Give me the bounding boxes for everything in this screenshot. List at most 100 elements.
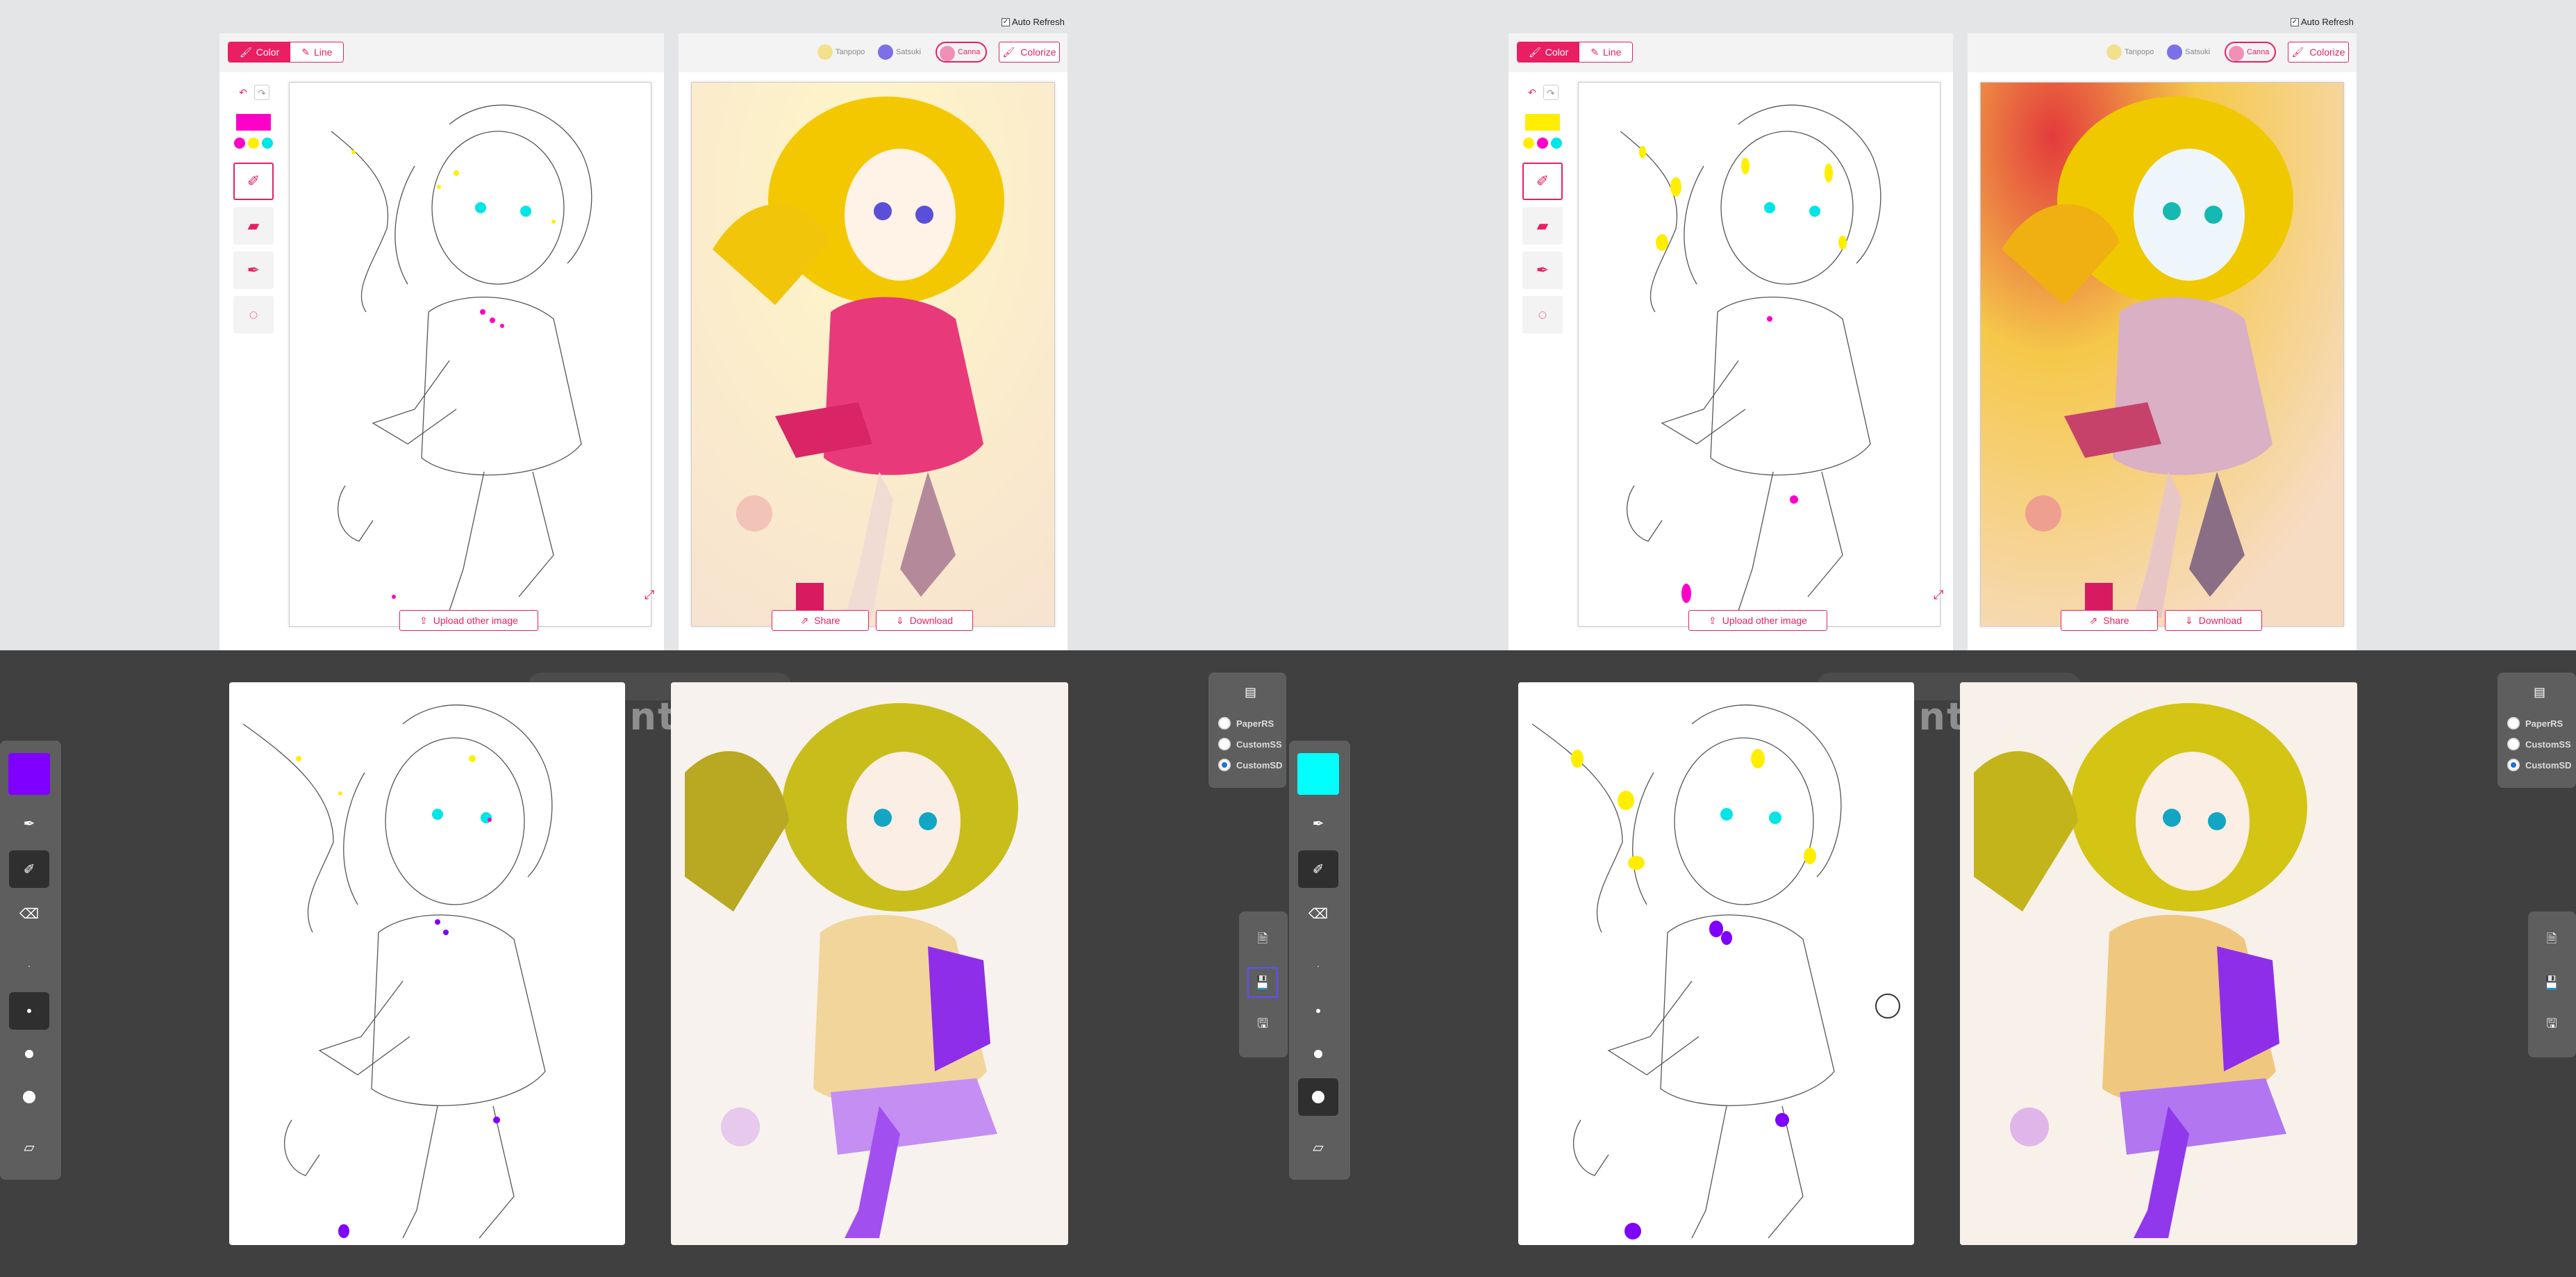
result-panel: Tanpopo Satsuki Canna 🖌 Colorize ⇗ Share ⇓…	[1968, 33, 2357, 650]
brush-size-xs[interactable]	[9, 948, 49, 985]
radio-customsd[interactable]: CustomSD	[1218, 759, 1282, 771]
radio-button[interactable]	[1218, 738, 1231, 750]
current-color-swatch[interactable]	[1525, 114, 1560, 131]
brush-size-xlarge[interactable]	[9, 1078, 49, 1116]
palette-color-1[interactable]	[1523, 138, 1534, 149]
checkbox[interactable]: ✓	[1002, 17, 1010, 26]
brush-size-medium[interactable]	[1298, 992, 1338, 1030]
eyedropper-button[interactable]: ✒	[9, 805, 49, 842]
size-dot	[1312, 1091, 1324, 1103]
eraser-button[interactable]: ⌫	[1298, 895, 1338, 932]
open-file-button[interactable]: 🗎	[2536, 925, 2567, 956]
brush-tool-button[interactable]: ✐	[1522, 163, 1563, 200]
radio-paperrs[interactable]: PaperRS	[2507, 717, 2563, 730]
share-button[interactable]: ⇗ Share	[772, 610, 869, 631]
note-button[interactable]: ▱	[9, 1128, 49, 1166]
hint-tool-button[interactable]: ◌	[233, 296, 274, 333]
brush-size-xs[interactable]	[1298, 948, 1338, 985]
current-color-swatch[interactable]	[1297, 753, 1339, 795]
palette-color-2[interactable]	[248, 138, 259, 149]
share-button[interactable]: ⇗ Share	[2061, 610, 2158, 631]
brush-tool-button[interactable]: ✐	[233, 163, 274, 200]
current-color-swatch[interactable]	[236, 114, 271, 131]
colorize-button[interactable]: 🖌 Colorize	[999, 42, 1060, 63]
size-dot	[27, 1009, 31, 1013]
save-as-icon: 🖫	[1257, 1016, 1268, 1030]
radio-button[interactable]	[1218, 717, 1231, 730]
note-button[interactable]: ▱	[1298, 1128, 1338, 1166]
upload-image-button[interactable]: ⇪ Upload other image	[399, 610, 538, 631]
upload-image-button[interactable]: ⇪ Upload other image	[1688, 610, 1827, 631]
save-icon: 💾	[2543, 975, 2560, 989]
hint-tool-button[interactable]: ◌	[1522, 296, 1563, 333]
save-button[interactable]: 💾	[1247, 967, 1278, 998]
sketch-canvas[interactable]	[229, 682, 625, 1245]
mode-switch[interactable]: 🖌 Color ✎ Line	[1517, 42, 1634, 63]
palette-color-3[interactable]	[262, 138, 273, 149]
eraser-button[interactable]: ⌫	[9, 895, 49, 932]
eyedropper-button[interactable]: ✒	[1298, 805, 1338, 842]
share-icon: ⇗	[2089, 614, 2098, 626]
model-canna[interactable]: Canna	[2225, 42, 2277, 63]
current-color-swatch[interactable]	[8, 753, 50, 795]
radio-button[interactable]	[2507, 717, 2520, 730]
sketch-canvas[interactable]	[1518, 682, 1914, 1245]
palette-color-3[interactable]	[1551, 138, 1562, 149]
auto-refresh-label: Auto Refresh	[1012, 17, 1065, 27]
model-satsuki[interactable]: Satsuki	[2164, 42, 2216, 63]
download-label: Download	[909, 615, 953, 626]
radio-button[interactable]	[1218, 759, 1231, 771]
brush-size-xlarge[interactable]	[1298, 1078, 1338, 1116]
model-canna[interactable]: Canna	[936, 42, 988, 63]
brush-button[interactable]: ✐	[1298, 850, 1338, 888]
download-button[interactable]: ⇓ Download	[876, 610, 973, 631]
mode-switch[interactable]: 🖌 Color ✎ Line	[228, 42, 344, 63]
undo-icon[interactable]: ↶	[235, 85, 251, 100]
radio-button[interactable]	[2507, 759, 2520, 771]
save-as-button[interactable]: 🖫	[1247, 1010, 1278, 1041]
sketch-canvas[interactable]	[1578, 82, 1941, 627]
auto-refresh-toggle[interactable]: ✓ Auto Refresh	[1002, 17, 1065, 27]
tab-line[interactable]: ✎ Line	[1579, 42, 1633, 62]
redo-icon[interactable]: ↷	[254, 85, 269, 100]
palette-color-2[interactable]	[1537, 138, 1548, 149]
line-art-drawing	[331, 104, 592, 611]
archive-icon[interactable]: ▤	[1245, 685, 1256, 700]
model-tanpopo[interactable]: Tanpopo	[815, 42, 870, 63]
tab-color[interactable]: 🖌 Color	[1518, 42, 1580, 62]
eraser-tool-button[interactable]: ▰	[1522, 207, 1563, 245]
eyedropper-tool-button[interactable]: ✒	[1522, 252, 1563, 289]
eraser-icon: ⌫	[19, 906, 40, 922]
model-satsuki[interactable]: Satsuki	[875, 42, 926, 63]
sketch-canvas[interactable]	[289, 82, 651, 627]
save-button[interactable]: 💾	[2536, 967, 2567, 998]
redo-icon[interactable]: ↷	[1543, 85, 1559, 100]
radio-paperrs[interactable]: PaperRS	[1218, 717, 1274, 730]
radio-customss[interactable]: CustomSS	[2507, 738, 2571, 750]
radio-customsd[interactable]: CustomSD	[2507, 759, 2571, 771]
brush-size-large[interactable]	[9, 1035, 49, 1073]
model-tanpopo[interactable]: Tanpopo	[2104, 42, 2159, 63]
undo-icon[interactable]: ↶	[1524, 85, 1540, 100]
radio-customss[interactable]: CustomSS	[1218, 738, 1282, 750]
brush-size-medium[interactable]	[9, 992, 49, 1030]
tab-color[interactable]: 🖌 Color	[228, 42, 291, 62]
brush-icon: ✐	[23, 862, 35, 878]
eyedropper-tool-button[interactable]: ✒	[233, 252, 274, 289]
brush-button[interactable]: ✐	[9, 850, 49, 888]
brush-size-large[interactable]	[1298, 1035, 1338, 1073]
colorize-button[interactable]: 🖌 Colorize	[2288, 42, 2349, 63]
resize-icon[interactable]: ⤢	[645, 588, 654, 602]
auto-refresh-toggle[interactable]: ✓ Auto Refresh	[2291, 17, 2354, 27]
save-as-button[interactable]: 🖫	[2536, 1010, 2567, 1041]
radio-button[interactable]	[2507, 738, 2520, 750]
download-button[interactable]: ⇓ Download	[2165, 610, 2262, 631]
open-file-button[interactable]: 🗎	[1247, 925, 1278, 956]
circle-icon: ◌	[1538, 306, 1547, 323]
eraser-tool-button[interactable]: ▰	[233, 207, 274, 245]
checkbox[interactable]: ✓	[2291, 17, 2299, 26]
tab-line[interactable]: ✎ Line	[290, 42, 344, 62]
archive-icon[interactable]: ▤	[2534, 685, 2545, 700]
palette-color-1[interactable]	[234, 138, 245, 149]
resize-icon[interactable]: ⤢	[1934, 588, 1943, 602]
